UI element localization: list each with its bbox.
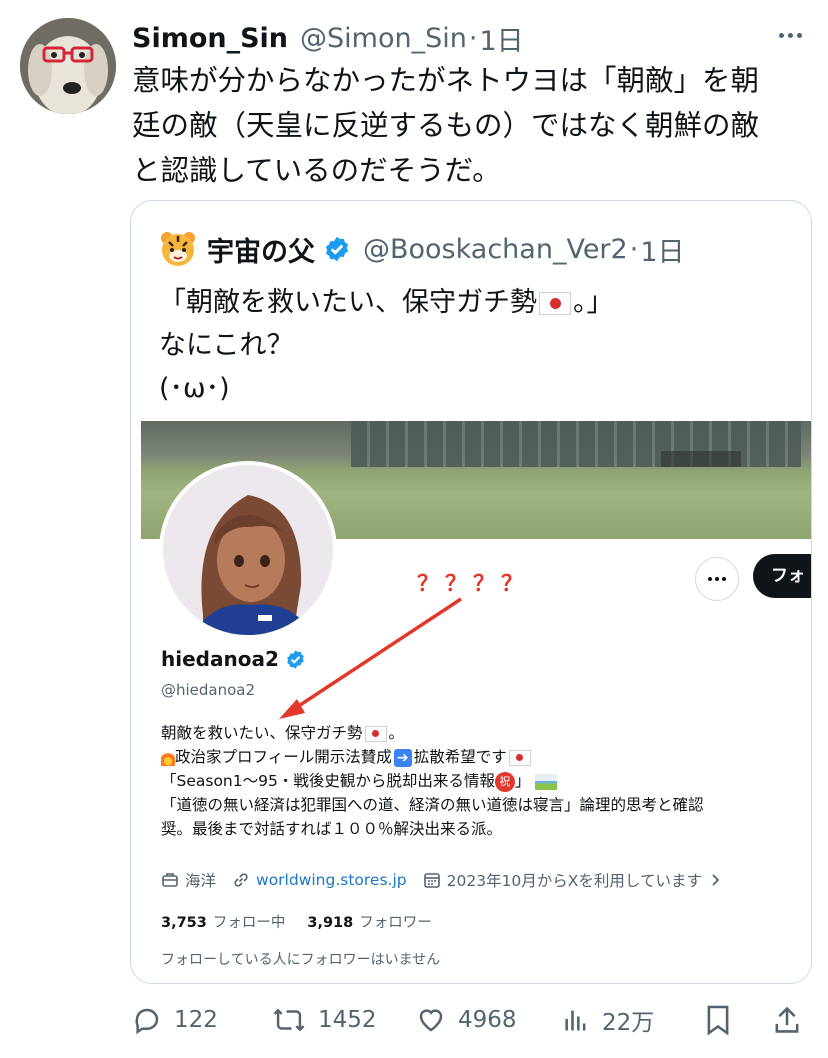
bio-text: 「Season1～95・戦後史観から脱却出来る情報 [161,772,495,790]
briefcase-icon [162,873,178,887]
quoted-author-name[interactable]: 宇宙の父 [207,230,315,269]
quoted-text-part: 。」 [573,287,614,318]
japan-flag-icon [508,749,531,766]
profile-screenshot-image[interactable]: フォ ？？？？ hiedanoa2 @hiedanoa2 朝敵を救いたい、保守ガ… [141,421,811,983]
quoted-text-line: (･ω･) [159,373,230,404]
like-count: 4968 [458,1007,517,1033]
chevron-right-icon [712,874,720,886]
bookmark-icon [707,1005,729,1036]
bio-text: 朝敵を救いたい、保守ガチ勢 [161,724,363,742]
retweet-count: 1452 [318,1007,377,1033]
profile-name: hiedanoa2 [161,647,306,671]
reply-icon [135,1008,159,1035]
profile-stats: 3,753 フォロー中 3,918 フォロワー [161,911,432,932]
profile-link[interactable]: worldwing.stores.jp [232,871,407,889]
profile-joined: 2023年10月からXを利用しています [423,869,728,891]
bio-text: 政治家プロフィール開示法賛成 [175,748,392,766]
bio-line: 政治家プロフィール開示法賛成 ➔ 拡散希望です [161,745,811,769]
verified-badge-icon [325,236,349,262]
followers-count: 3,918 [307,915,354,931]
quoted-author-handle[interactable]: @Booskachan_Ver2 [363,234,628,265]
tweet-text-line: 意味が分からなかったがネトウヨは「朝敵」を朝 [132,64,760,97]
following-label: フォロー中 [212,915,286,931]
tweet-text: 意味が分からなかったがネトウヨは「朝敵」を朝 廷の敵（天皇に反逆するもの）ではな… [132,58,808,193]
verified-badge-icon [287,649,304,669]
tiger-avatar-icon[interactable] [159,230,197,268]
quoted-text-line: なにこれ？ [159,330,294,361]
separator-dot: · [629,233,639,265]
tweet-timestamp[interactable]: 1日 [479,19,523,58]
followers-label: フォロワー [359,915,432,931]
landscape-icon [535,773,558,790]
japan-flag-icon [364,725,387,742]
following-stat[interactable]: 3,753 フォロー中 [161,911,285,932]
quoted-tweet-header: 宇宙の父 @Booskachan_Ver2 · 1日 [159,229,685,269]
profile-meta: 海洋 worldwing.stores.jp 2023年10月からXを利用してい… [161,869,744,891]
views-button[interactable]: 22万 [562,1003,654,1037]
followers-stat[interactable]: 3,918 フォロワー [307,911,431,932]
bar-chart-icon [565,1010,586,1031]
japan-flag-icon [539,292,571,315]
link-text[interactable]: worldwing.stores.jp [256,871,407,889]
bio-text: 拡散希望です [413,748,507,766]
quoted-tweet[interactable]: 宇宙の父 @Booskachan_Ver2 · 1日 「朝敵を救いたい、保守ガチ… [130,200,812,984]
bio-line: 「道徳の無い経済は犯罪国への道、経済の無い道徳は寝言」論理的思考と確認 [161,796,704,814]
bio-text: 」 [514,772,531,790]
quoted-text-part: 「朝敵を救いたい、保守ガチ勢 [159,287,537,318]
share-button[interactable] [773,1004,813,1036]
profile-handle: @hiedanoa2 [161,681,256,699]
tweet-header: Simon_Sin @Simon_Sin · 1日 [132,18,808,58]
quoted-text-line: 「朝敵を救いたい、保守ガチ勢 。」 [159,281,614,324]
retweet-icon [273,1008,305,1032]
followed-by-note: フォローしている人にフォロワーはいません [161,952,441,968]
bio-text: 。 [388,724,405,742]
tweet-text-line: 廷の敵（天皇に反逆するもの）ではなく朝鮮の敵 [132,109,760,142]
calendar-icon [423,873,440,888]
tweet-action-bar: 122 1452 4968 22万 [130,1000,810,1040]
separator-dot: · [468,22,478,54]
share-icon [775,1006,799,1033]
annotation-arrow [279,597,462,719]
bio-line: 「Season1～95・戦後史観から脱却出来る情報祝」 [161,769,811,793]
heart-icon [419,1009,443,1032]
reply-button[interactable]: 122 [132,1005,218,1035]
quoted-tweet-timestamp[interactable]: 1日 [640,230,684,269]
author-handle[interactable]: @Simon_Sin [300,23,467,54]
tweet-text-line: と認識しているのだそうだ。 [132,154,501,187]
quoted-tweet-text: 「朝敵を救いたい、保守ガチ勢 。」 なにこれ？ (･ω･) [159,281,614,410]
right-arrow-icon: ➔ [393,748,412,767]
bookmark-button[interactable] [705,1004,743,1036]
profile-name-text: hiedanoa2 [161,647,279,671]
view-count: 22万 [602,1010,655,1036]
link-icon [234,873,248,887]
profile-bio: 朝敵を救いたい、保守ガチ勢 。 政治家プロフィール開示法賛成 ➔ 拡散希望です 「Se… [161,721,811,841]
following-count: 3,753 [161,915,207,931]
author-name[interactable]: Simon_Sin [132,23,288,54]
location-text: 海洋 [185,872,217,890]
more-options-icon[interactable] [772,20,808,50]
reply-count: 122 [174,1007,218,1033]
bio-line: 奨。最後まで対話すれば１００％解決出来る派。 [161,820,503,838]
like-button[interactable]: 4968 [416,1005,517,1035]
bio-line: 朝敵を救いたい、保守ガチ勢 。 [161,721,811,745]
fire-icon [161,749,175,766]
retweet-button[interactable]: 1452 [272,1005,377,1035]
profile-location: 海洋 [161,869,216,891]
author-avatar[interactable] [20,18,116,114]
joined-text: 2023年10月からXを利用しています [446,872,702,890]
celebration-icon: 祝 [494,771,515,792]
